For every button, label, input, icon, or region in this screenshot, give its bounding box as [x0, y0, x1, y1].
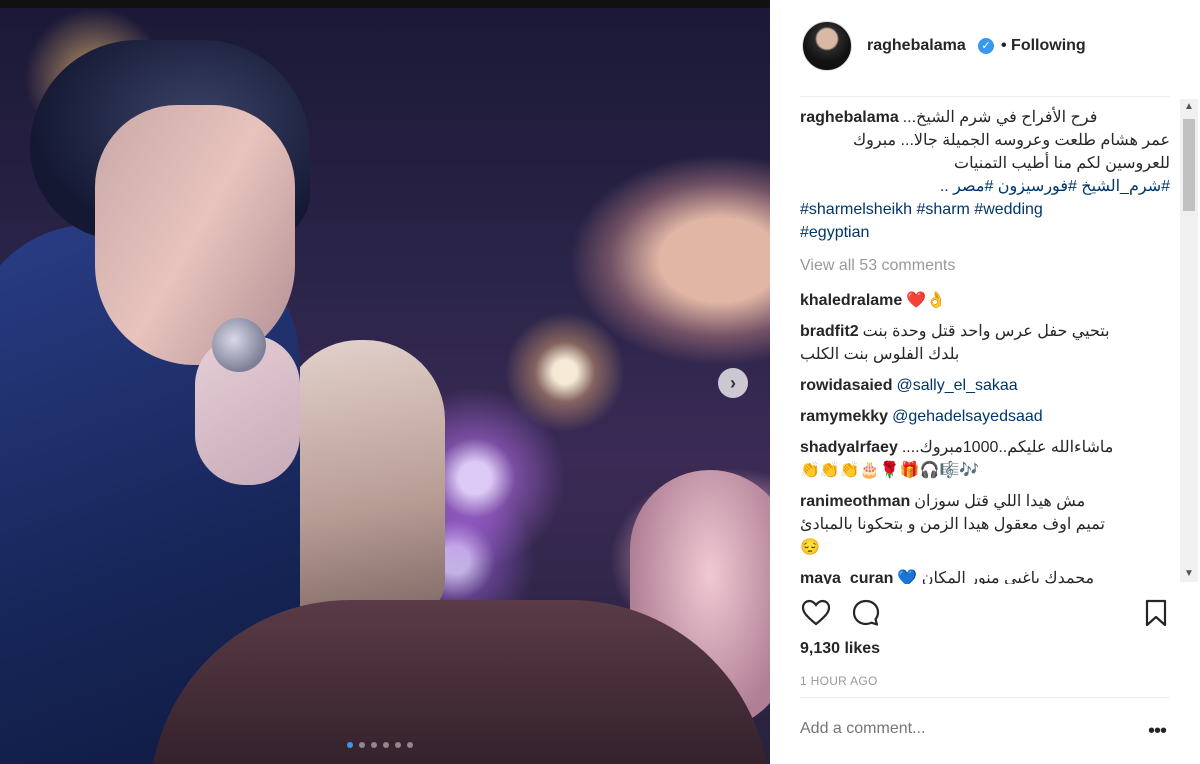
caption-hashtags[interactable]: #sharmelsheikh #sharm #wedding: [800, 198, 1170, 221]
comment-text: بلدك الفلوس بنت الكلب: [800, 346, 960, 363]
comment: bradfit2 بتحيي حفل عرس واحد قتل وحدة بنت …: [800, 320, 1170, 366]
post-side-panel: raghebalama ✓ • Following raghebalama فرح…: [770, 0, 1200, 764]
carousel-dot[interactable]: [395, 742, 401, 748]
scroll-up-icon[interactable]: ▲: [1180, 99, 1198, 115]
caption-text: عمر هشام طلعت وعروسه الجميلة جالا... مبر…: [852, 132, 1170, 149]
photo-figure: [280, 340, 445, 620]
more-options-icon[interactable]: •••: [1148, 720, 1167, 743]
comments-list[interactable]: raghebalama فرح الأفراح في شرم الشيخ... ع…: [800, 106, 1170, 584]
likes-count[interactable]: 9,130 likes: [800, 640, 880, 658]
comment-icon[interactable]: [850, 597, 882, 629]
comment-username[interactable]: bradfit2: [800, 323, 859, 340]
comment-text: محمدك باغبي منور المكان 💙: [897, 570, 1095, 584]
comment-username[interactable]: rowidasaied: [800, 377, 892, 394]
comment-username[interactable]: ramymekky: [800, 408, 888, 425]
divider: [800, 697, 1170, 698]
avatar[interactable]: [802, 21, 852, 71]
carousel-dot[interactable]: [407, 742, 413, 748]
photo-figure: [95, 105, 295, 365]
carousel-dot[interactable]: [383, 742, 389, 748]
comment: rowidasaied @sally_el_sakaa: [800, 374, 1170, 397]
photo-microphone: [212, 318, 266, 372]
add-comment-input[interactable]: [800, 720, 1130, 738]
caption-text: للعروسين لكم منا أطيب التمنيات: [954, 155, 1170, 172]
heart-icon[interactable]: [800, 597, 832, 629]
caption-username[interactable]: raghebalama: [800, 109, 899, 126]
following-button[interactable]: • Following: [1001, 37, 1086, 55]
post-photo[interactable]: ›: [0, 0, 770, 764]
post-timestamp: 1 HOUR AGO: [800, 674, 878, 688]
caption-hashtags[interactable]: #شرم_الشيخ #فورسيزون #مصر ..: [800, 175, 1170, 198]
carousel-dots: [347, 742, 413, 748]
caption-hashtags[interactable]: #egyptian: [800, 221, 1170, 244]
header-username[interactable]: raghebalama: [867, 37, 966, 55]
comment-text: مش هيدا اللي قتل سوزان: [914, 493, 1086, 510]
comment-username[interactable]: shadyalrfaey: [800, 439, 898, 456]
comment-username[interactable]: maya_curan: [800, 570, 893, 584]
scroll-down-icon[interactable]: ▼: [1180, 566, 1198, 582]
chevron-right-icon: ›: [730, 372, 736, 393]
post-header: raghebalama ✓ • Following: [770, 0, 1200, 96]
comments-scrollbar[interactable]: ▲ ▼: [1180, 99, 1198, 582]
divider: [800, 96, 1170, 97]
post-actions: [800, 597, 1170, 631]
comment-emoji: 👏👏👏🎂🌹🎁🎧🎼🎶: [800, 462, 980, 479]
caption-text: فرح الأفراح في شرم الشيخ...: [902, 109, 1098, 126]
comment-text: بتحيي حفل عرس واحد قتل وحدة بنت: [862, 323, 1110, 340]
comment: ramymekky @gehadelsayedsaad: [800, 405, 1170, 428]
carousel-dot[interactable]: [371, 742, 377, 748]
carousel-dot[interactable]: [359, 742, 365, 748]
comment-text: ❤️👌: [906, 292, 947, 309]
comment-text: ....ماشاءالله عليكم..1000مبروك: [901, 439, 1114, 456]
comment-text: تميم اوف معقول هيدا الزمن و بتحكونا بالم…: [800, 516, 1105, 533]
mention-link[interactable]: @sally_el_sakaa: [896, 377, 1017, 394]
comment: ranimeothman مش هيدا اللي قتل سوزان تميم …: [800, 490, 1170, 559]
carousel-dot[interactable]: [347, 742, 353, 748]
comment-emoji: 😔: [800, 539, 820, 556]
caption: raghebalama فرح الأفراح في شرم الشيخ... ع…: [800, 106, 1170, 244]
bookmark-icon[interactable]: [1140, 597, 1172, 629]
scrollbar-thumb[interactable]: [1183, 119, 1195, 211]
mention-link[interactable]: @gehadelsayedsaad: [892, 408, 1043, 425]
comment: khaledralame ❤️👌: [800, 289, 1170, 312]
comment-username[interactable]: ranimeothman: [800, 493, 910, 510]
comment: maya_curan محمدك باغبي منور المكان 💙: [800, 567, 1170, 584]
carousel-next-button[interactable]: ›: [718, 368, 748, 398]
comment-username[interactable]: khaledralame: [800, 292, 902, 309]
photo-top-edge: [0, 0, 770, 8]
verified-badge-icon: ✓: [978, 38, 994, 54]
comment: shadyalrfaey ....ماشاءالله عليكم..1000مبر…: [800, 436, 1170, 482]
view-all-comments-link[interactable]: View all 53 comments: [800, 254, 1170, 277]
